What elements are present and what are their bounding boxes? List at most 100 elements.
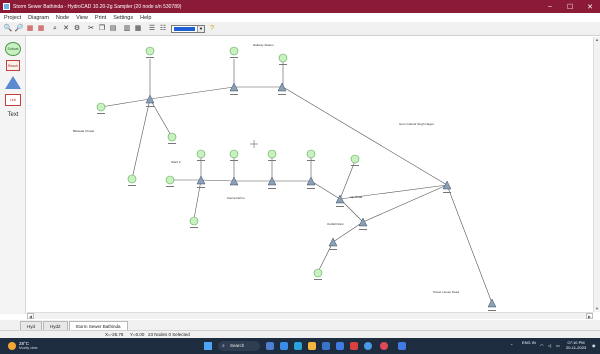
mail-icon[interactable] [336,342,344,350]
scroll-left-icon[interactable]: ◀ [27,313,34,319]
paste-icon[interactable]: ▤ [108,24,118,34]
link [282,86,448,186]
delete-icon[interactable]: ✕ [61,24,71,34]
link [446,184,493,304]
subcatchment-node[interactable] [278,53,288,63]
title-bar: Storm Sewer Bathinda - HydroCAD 10.20-2g… [0,0,600,13]
routing-diagram: Railway Station Bibiwala Chowk Ward 3 Ka… [73,43,497,311]
palette-subcat[interactable]: Subcat [4,42,22,56]
menu-node[interactable]: Node [56,15,69,21]
subcatchment-node[interactable] [96,102,106,112]
subcatchment-node[interactable] [196,149,206,159]
subcatchment-node[interactable] [145,46,155,56]
weather-widget[interactable]: 28°C Mostly clear [8,341,38,350]
subcatchment-node[interactable] [189,216,199,226]
pond-node[interactable] [145,94,155,104]
cut-icon[interactable]: ✂ [86,24,96,34]
task-view-icon[interactable] [266,342,274,350]
scroll-down-icon[interactable]: ▼ [594,306,600,312]
node-caption [351,165,359,166]
zoom-out-icon[interactable]: 🔎 [14,24,24,34]
subcatchment-node[interactable] [165,175,175,185]
subcat-icon: Subcat [5,42,21,56]
menu-project[interactable]: Project [4,15,21,21]
subcatchment-node[interactable] [306,149,316,159]
taskbar-search[interactable]: ⌕ Search [218,341,260,351]
subcatchment-node[interactable] [267,149,277,159]
battery-icon[interactable]: ▭ [556,343,560,348]
grid-icon[interactable]: ▦ [36,24,46,34]
node-caption [278,94,286,95]
menu-help[interactable]: Help [140,15,151,21]
subcatchment-node[interactable] [167,132,177,142]
menu-print[interactable]: Print [95,15,106,21]
menu-settings[interactable]: Settings [113,15,133,21]
chat-icon[interactable] [280,342,288,350]
zoom-window-icon[interactable]: ▦ [25,24,35,34]
chrome-icon[interactable] [380,342,388,350]
palette-reach[interactable]: Reach [4,60,22,71]
store-icon[interactable] [322,342,330,350]
weather-condition: Mostly clear [19,346,38,350]
minimize-button[interactable]: – [540,0,560,13]
status-selection: 23 Nodes 0 Selected [148,332,190,337]
tab-hyd2[interactable]: Hyd2 [43,321,68,330]
subcatchment-node[interactable] [229,46,239,56]
menu-view[interactable]: View [76,15,88,21]
menu-diagram[interactable]: Diagram [28,15,49,21]
settings-icon[interactable]: ⚙ [72,24,82,34]
palette-text[interactable]: Text [4,112,22,118]
pond-icon [5,76,21,89]
calculate-icon[interactable]: ▦ [133,24,143,34]
pond-node[interactable] [442,180,452,190]
palette-pond[interactable] [4,76,22,89]
subcatchment-node[interactable] [229,149,239,159]
file-explorer-icon[interactable] [308,342,316,350]
subcatchment-node[interactable] [127,174,137,184]
help-app-icon[interactable] [364,342,372,350]
language-indicator[interactable]: ENG IN [522,340,536,345]
node-caption [197,187,205,188]
subcatchments [96,46,360,278]
hydrocad-taskbar-icon[interactable] [398,342,406,350]
report-icon[interactable]: ☰ [147,24,157,34]
copy-icon[interactable]: ❐ [97,24,107,34]
scroll-right-icon[interactable]: ▶ [586,313,593,319]
link [149,86,235,100]
volume-icon[interactable]: ◁ [548,343,551,348]
link [200,179,235,182]
status-bar: X=-25.78 Y=0.00 23 Nodes 0 Selected [0,330,600,338]
vertical-scrollbar[interactable]: ▲ ▼ [593,37,600,312]
horizontal-scrollbar[interactable]: ◀ ▶ [27,312,593,319]
node-caption [168,143,176,144]
pond-node[interactable] [487,298,497,308]
edge-icon[interactable] [294,342,302,350]
palette-link[interactable]: Link [4,94,22,106]
pond-node[interactable] [335,194,345,204]
help-icon[interactable]: ? [207,24,217,34]
clock[interactable]: 07:10 PM 20-11-2023 [566,340,586,350]
maximize-button[interactable]: ☐ [560,0,580,13]
zoom-in-icon[interactable]: 🔍 [3,24,13,34]
node-caption [314,279,322,280]
pond-node[interactable] [328,237,338,247]
windows-start-icon[interactable] [204,342,212,350]
close-button[interactable]: ✕ [580,0,600,13]
wifi-icon[interactable]: ◠ [540,343,544,348]
tray-chevron-icon[interactable]: ⌃ [510,343,513,348]
tab-hyd[interactable]: Hyd [20,321,43,330]
report2-icon[interactable]: ☷ [158,24,168,34]
binoculars-icon[interactable]: ⌕ [50,24,60,34]
app-icon[interactable] [350,342,358,350]
label-right-lower: Ajit Road [350,195,363,199]
chevron-down-icon[interactable]: ▼ [197,25,204,32]
scroll-up-icon[interactable]: ▲ [594,37,600,43]
print-icon[interactable]: ▥ [122,24,132,34]
notification-icon[interactable]: ◉ [592,343,596,348]
label-bottom-right-2: Outfall Drain [327,222,344,226]
diagram-canvas[interactable]: Railway Station Bibiwala Chowk Ward 3 Ka… [27,37,593,312]
subcatchment-node[interactable] [313,268,323,278]
color-select[interactable]: ▼ [171,24,205,33]
subcatchment-node[interactable] [350,154,360,164]
tab-storm-sewer[interactable]: Storm Sewer Bathinda [68,321,128,330]
